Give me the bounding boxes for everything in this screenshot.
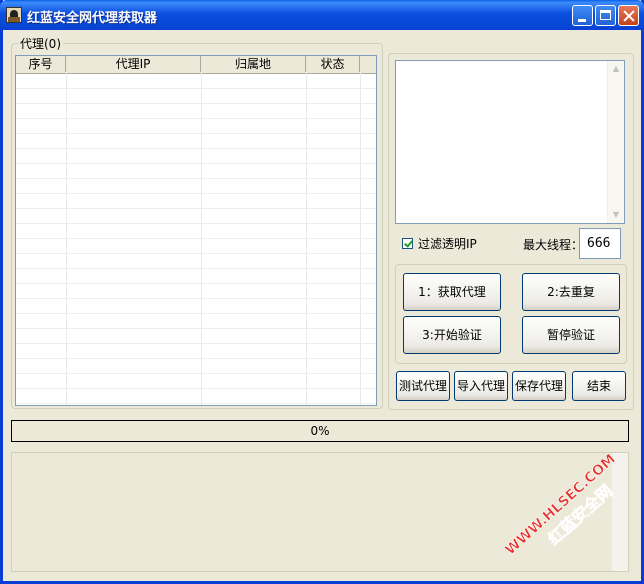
grid-row-line	[16, 148, 376, 149]
grid-row-line	[16, 103, 376, 104]
table-header: 序号 代理IP 归属地 状态	[16, 56, 376, 74]
start-verify-button[interactable]: 3:开始验证	[403, 316, 501, 354]
grid-row-line	[16, 343, 376, 344]
pause-verify-button[interactable]: 暂停验证	[522, 316, 620, 354]
grid-row-line	[16, 163, 376, 164]
grid-row-line	[16, 238, 376, 239]
grid-column-line	[66, 73, 67, 405]
close-button[interactable]	[618, 5, 639, 26]
grid-column-line	[306, 73, 307, 405]
grid-row-line	[16, 283, 376, 284]
column-header-filler	[360, 56, 376, 72]
title-bar[interactable]: 红蓝安全网代理获取器	[0, 0, 644, 30]
window-title: 红蓝安全网代理获取器	[27, 11, 158, 26]
output-scrollbar[interactable]	[612, 453, 628, 571]
filter-transparent-checkbox[interactable]	[402, 237, 413, 249]
grid-row-line	[16, 253, 376, 254]
grid-row-line	[16, 358, 376, 359]
column-header-index[interactable]: 序号	[16, 56, 66, 72]
grid-row-line	[16, 223, 376, 224]
dedupe-button[interactable]: 2:去重复	[522, 273, 620, 311]
grid-row-line	[16, 268, 376, 269]
grid-column-line	[201, 73, 202, 405]
grid-row-line	[16, 193, 376, 194]
output-textarea[interactable]	[11, 452, 629, 572]
minimize-button[interactable]	[572, 5, 593, 26]
grid-row-line	[16, 403, 376, 404]
grid-row-line	[16, 118, 376, 119]
grid-row-line	[16, 328, 376, 329]
filter-transparent-option[interactable]: 过滤透明IP	[402, 235, 477, 251]
grid-column-line	[360, 73, 361, 405]
progress-text: 0%	[310, 424, 330, 438]
max-threads-label: 最大线程：	[523, 238, 584, 252]
log-textarea[interactable]: ▲ ▼	[395, 60, 625, 224]
import-proxy-button[interactable]: 导入代理	[454, 371, 508, 401]
grid-row-line	[16, 313, 376, 314]
finish-button[interactable]: 结束	[572, 371, 626, 401]
test-proxy-button[interactable]: 测试代理	[396, 371, 450, 401]
app-icon	[6, 7, 22, 23]
grid-row-line	[16, 298, 376, 299]
save-proxy-button[interactable]: 保存代理	[512, 371, 566, 401]
column-header-location[interactable]: 归属地	[201, 56, 306, 72]
grid-row-line	[16, 373, 376, 374]
proxy-group-label: 代理(0)	[18, 35, 63, 52]
grid-row-line	[16, 208, 376, 209]
scroll-up-arrow-icon[interactable]: ▲	[608, 61, 624, 77]
maximize-button[interactable]	[595, 5, 616, 26]
scroll-down-arrow-icon[interactable]: ▼	[608, 207, 624, 223]
max-threads-input[interactable]: 666	[579, 228, 621, 259]
grid-row-line	[16, 178, 376, 179]
column-header-proxy-ip[interactable]: 代理IP	[66, 56, 201, 72]
progress-bar: 0%	[11, 420, 629, 442]
log-scrollbar[interactable]: ▲ ▼	[607, 61, 624, 223]
grid-row-line	[16, 133, 376, 134]
grid-row-line	[16, 388, 376, 389]
column-header-status[interactable]: 状态	[306, 56, 360, 72]
fetch-proxy-button[interactable]: 1：获取代理	[403, 273, 501, 311]
proxy-table[interactable]: 序号 代理IP 归属地 状态	[15, 55, 377, 406]
grid-row-line	[16, 88, 376, 89]
filter-transparent-label: 过滤透明IP	[418, 236, 477, 251]
